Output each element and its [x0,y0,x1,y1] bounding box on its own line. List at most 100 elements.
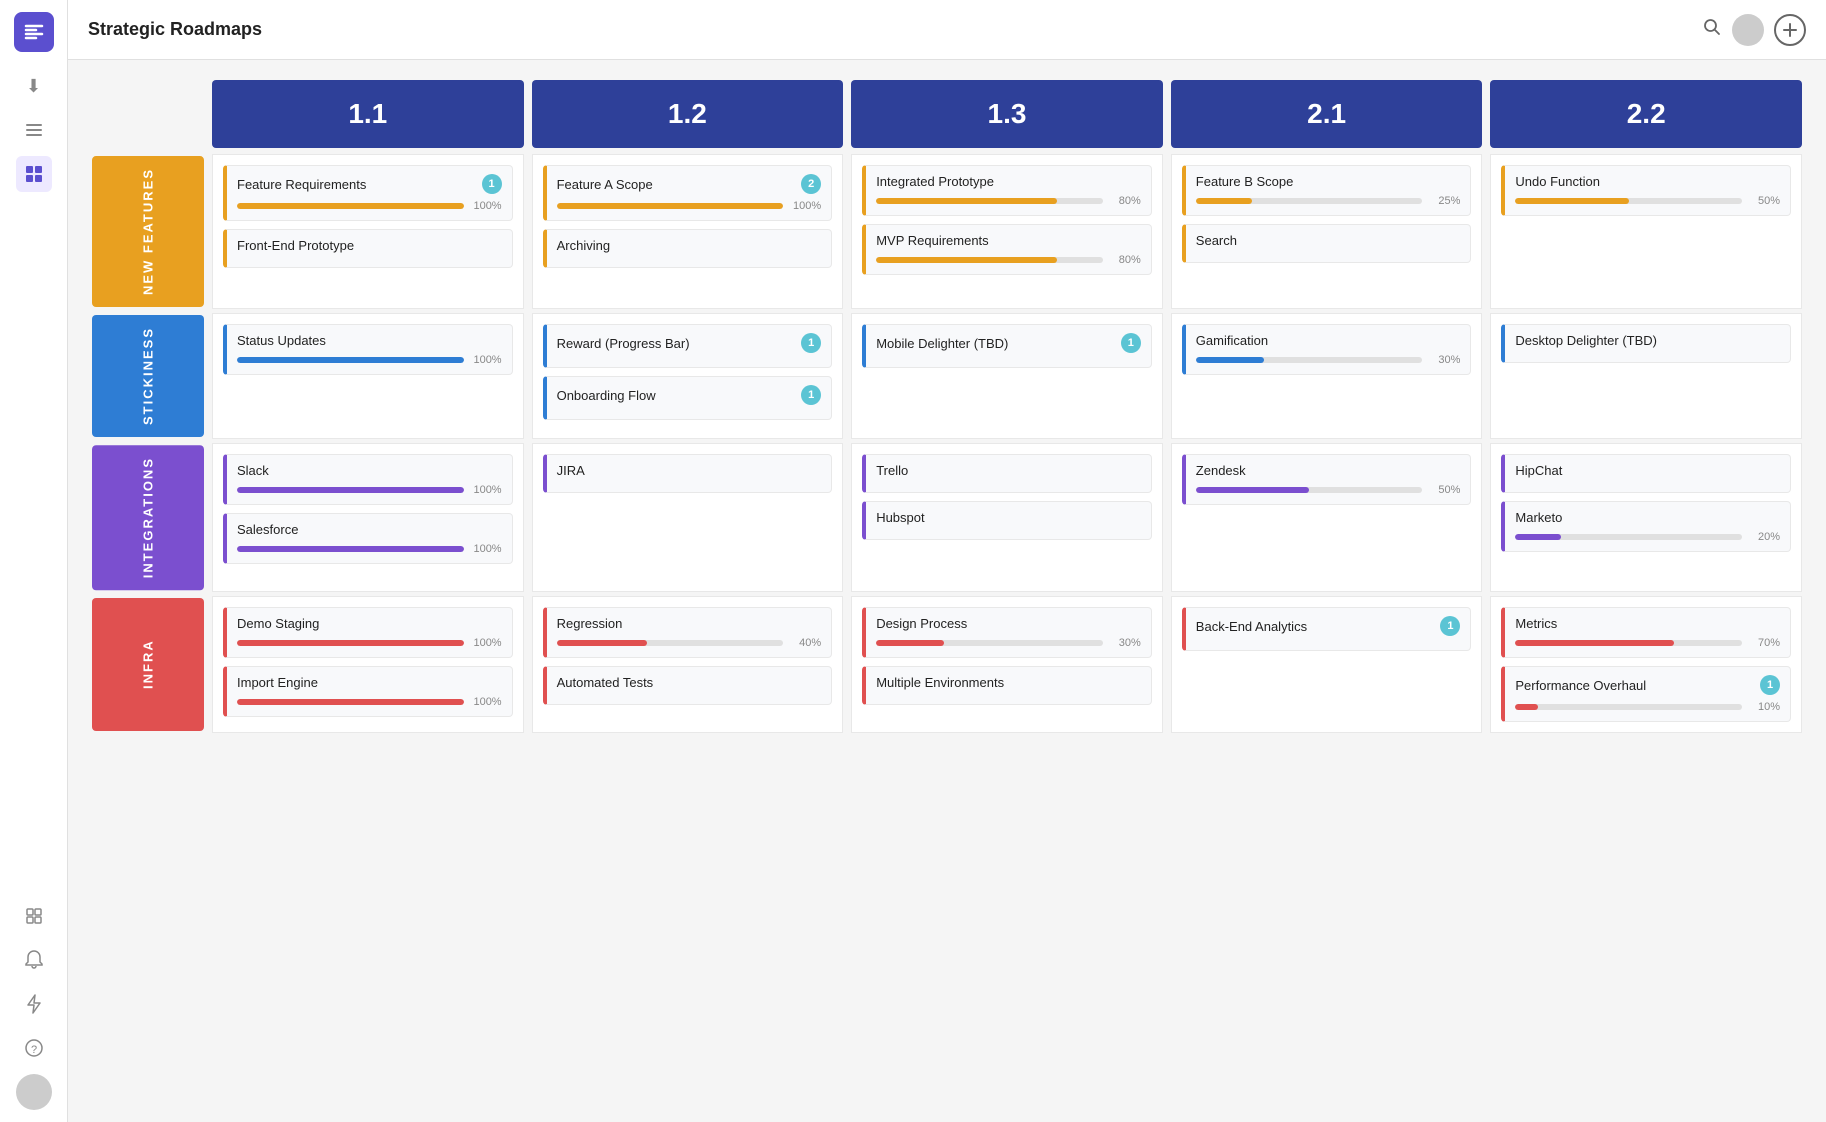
feature-card[interactable]: Import Engine 100% [223,666,513,717]
feature-title: Gamification [1196,333,1268,348]
feature-card[interactable]: Slack100% [223,454,513,505]
feature-card[interactable]: Archiving [543,229,833,268]
feature-card[interactable]: Back-End Analytics1 [1182,607,1472,651]
progress-container: 25% [1196,195,1461,207]
feature-card-header: Marketo [1515,510,1780,525]
progress-bar-fill [876,640,944,646]
feature-card[interactable]: Hubspot [862,501,1152,540]
progress-bar-fill [237,357,464,363]
cell-infra-1.2: Regression 40% Automated Tests [532,596,844,733]
progress-label: 100% [789,200,821,212]
feature-title: Archiving [557,238,610,253]
feature-title: Marketo [1515,510,1562,525]
flash-icon[interactable] [16,986,52,1022]
progress-container: 100% [237,200,502,212]
feature-card-header: MVP Requirements [876,233,1141,248]
feature-badge: 1 [1760,675,1780,695]
feature-title: JIRA [557,463,585,478]
feature-title: Desktop Delighter (TBD) [1515,333,1657,348]
header-actions [1702,14,1806,46]
progress-bar-bg [1515,198,1742,204]
cell-new-features-2.1: Feature B Scope25% Search [1171,154,1483,309]
feature-card[interactable]: Undo Function50% [1501,165,1791,216]
feature-card-header: Search [1196,233,1461,248]
feature-card[interactable]: Metrics70% [1501,607,1791,658]
feature-card[interactable]: Demo Staging 100% [223,607,513,658]
feature-card[interactable]: Reward (Progress Bar)1 [543,324,833,368]
column-header-1.1: 1.1 [212,80,524,148]
feature-card[interactable]: Regression 40% [543,607,833,658]
feature-card[interactable]: Feature Requirements1100% [223,165,513,221]
feature-card[interactable]: JIRA [543,454,833,493]
feature-card[interactable]: Mobile Delighter (TBD)1 [862,324,1152,368]
roadmap-icon[interactable] [16,156,52,192]
progress-bar-bg [237,546,464,552]
progress-label: 50% [1428,484,1460,496]
cell-stickiness-2.1: Gamification 30% [1171,313,1483,439]
feature-card-header: Reward (Progress Bar)1 [557,333,822,353]
feature-title: Import Engine [237,675,318,690]
progress-bar-bg [876,640,1103,646]
progress-bar-fill [557,203,784,209]
progress-bar-fill [237,699,464,705]
feature-title: Search [1196,233,1237,248]
feature-card[interactable]: Front-End Prototype [223,229,513,268]
feature-card-header: Archiving [557,238,822,253]
feature-card[interactable]: Integrated Prototype80% [862,165,1152,216]
progress-label: 40% [789,637,821,649]
download-icon[interactable]: ⬇ [16,68,52,104]
feature-title: Demo Staging [237,616,319,631]
feature-card[interactable]: Desktop Delighter (TBD) [1501,324,1791,363]
column-header-2.2: 2.2 [1490,80,1802,148]
feature-card[interactable]: Feature B Scope25% [1182,165,1472,216]
progress-bar-bg [237,699,464,705]
feature-card[interactable]: Trello [862,454,1152,493]
feature-card-header: Slack [237,463,502,478]
add-button[interactable] [1774,14,1806,46]
feature-card[interactable]: Status Updates100% [223,324,513,375]
progress-container: 100% [237,696,502,708]
progress-label: 100% [470,200,502,212]
progress-bar-fill [1515,198,1628,204]
feature-title: Metrics [1515,616,1557,631]
search-icon[interactable] [1702,17,1722,42]
feature-card[interactable]: Gamification 30% [1182,324,1472,375]
app-logo[interactable] [14,12,54,52]
feature-card-header: Onboarding Flow1 [557,385,822,405]
feature-card[interactable]: Search [1182,224,1472,263]
main-content: Strategic Roadmaps 1.11.21.32.12.2NEW FE… [68,0,1826,1122]
feature-card[interactable]: Automated Tests [543,666,833,705]
feature-card[interactable]: Onboarding Flow1 [543,376,833,420]
feature-card[interactable]: Design Process30% [862,607,1152,658]
feature-title: Salesforce [237,522,298,537]
progress-label: 80% [1109,254,1141,266]
feature-card[interactable]: Feature A Scope2100% [543,165,833,221]
feature-card[interactable]: Multiple Environments [862,666,1152,705]
feature-card[interactable]: Zendesk50% [1182,454,1472,505]
list-icon[interactable] [16,112,52,148]
feature-card[interactable]: Salesforce100% [223,513,513,564]
roadmap-container: 1.11.21.32.12.2NEW FEATURESFeature Requi… [68,60,1826,1122]
feature-card[interactable]: Marketo20% [1501,501,1791,552]
import-icon[interactable] [16,898,52,934]
progress-container: 30% [876,637,1141,649]
progress-container: 100% [237,637,502,649]
bell-icon[interactable] [16,942,52,978]
user-avatar[interactable] [16,1074,52,1110]
feature-card[interactable]: Performance Overhaul110% [1501,666,1791,722]
progress-bar-bg [237,640,464,646]
feature-card[interactable]: HipChat [1501,454,1791,493]
progress-container: 50% [1196,484,1461,496]
progress-label: 30% [1428,354,1460,366]
progress-bar-bg [1196,357,1423,363]
progress-bar-fill [876,198,1057,204]
feature-card-header: Regression [557,616,822,631]
progress-bar-bg [237,357,464,363]
progress-container: 80% [876,195,1141,207]
header-avatar[interactable] [1732,14,1764,46]
cell-new-features-2.2: Undo Function50% [1490,154,1802,309]
progress-bar-fill [1515,640,1674,646]
help-icon[interactable]: ? [16,1030,52,1066]
feature-title: HipChat [1515,463,1562,478]
feature-card[interactable]: MVP Requirements 80% [862,224,1152,275]
